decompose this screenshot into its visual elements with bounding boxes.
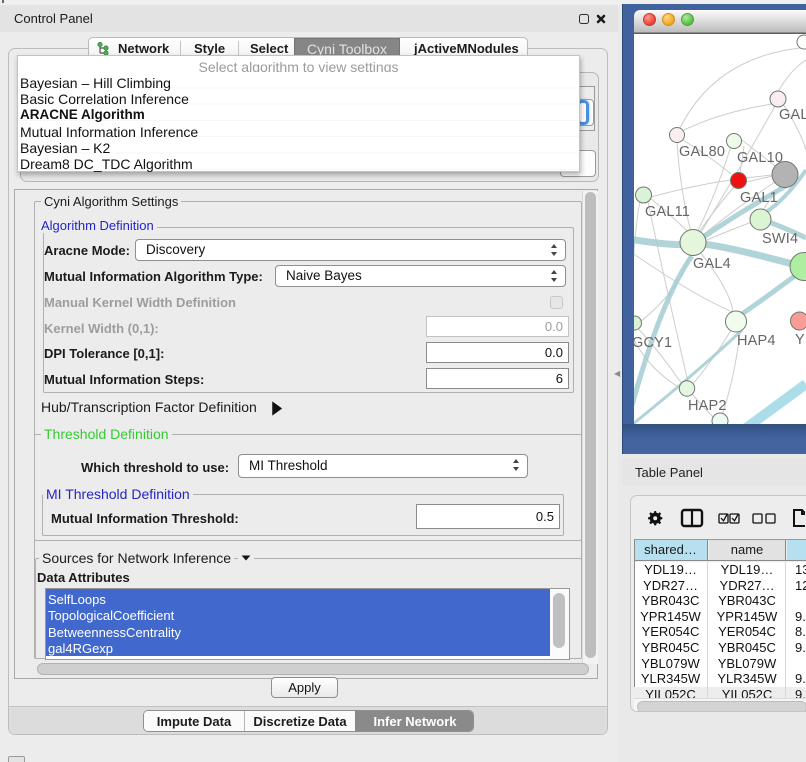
svg-text:HAP2: HAP2: [688, 398, 727, 414]
svg-text:GAL10: GAL10: [737, 150, 783, 166]
svg-text:GAL11: GAL11: [645, 204, 690, 220]
svg-text:YE: YE: [795, 332, 806, 348]
svg-text:GAL1: GAL1: [740, 190, 778, 206]
svg-text:GCY1: GCY1: [634, 335, 672, 351]
svg-text:SWI4: SWI4: [762, 231, 798, 247]
svg-text:GAL2: GAL2: [779, 107, 806, 123]
svg-text:GAL4: GAL4: [693, 256, 731, 272]
svg-text:HAP4: HAP4: [737, 333, 776, 349]
svg-text:GAL80: GAL80: [679, 144, 725, 160]
